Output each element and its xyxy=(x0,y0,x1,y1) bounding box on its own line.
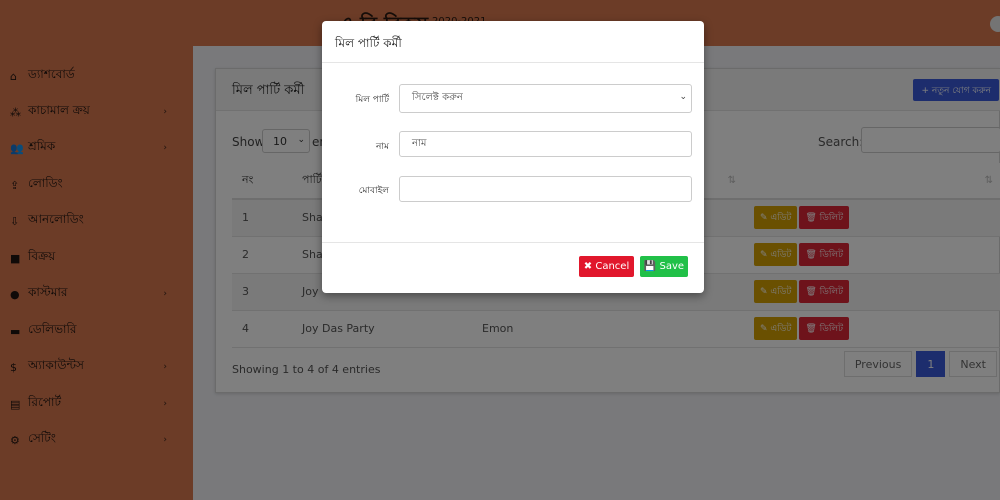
name-input-placeholder: নাম xyxy=(412,137,427,149)
party-select[interactable]: সিলেক্ট করুন ⌄ xyxy=(399,84,692,113)
modal-title: মিল পার্টি কর্মী xyxy=(335,36,402,50)
name-input[interactable]: নাম xyxy=(399,131,692,157)
name-label: নাম xyxy=(376,142,389,152)
modal-footer-divider xyxy=(322,242,704,243)
party-select-value: সিলেক্ট করুন xyxy=(412,92,463,103)
add-worker-modal: মিল পার্টি কর্মী মিল পার্টি সিলেক্ট করুন… xyxy=(322,21,704,293)
chevron-down-icon: ⌄ xyxy=(679,92,687,102)
mobile-input[interactable] xyxy=(399,176,692,202)
mobile-label: মোবাইল xyxy=(358,186,389,196)
modal-header-divider xyxy=(322,62,704,63)
party-label: মিল পার্টি xyxy=(355,95,389,105)
cancel-button[interactable]: ✖ Cancel xyxy=(579,256,634,277)
save-button[interactable]: 💾 Save xyxy=(640,256,688,277)
